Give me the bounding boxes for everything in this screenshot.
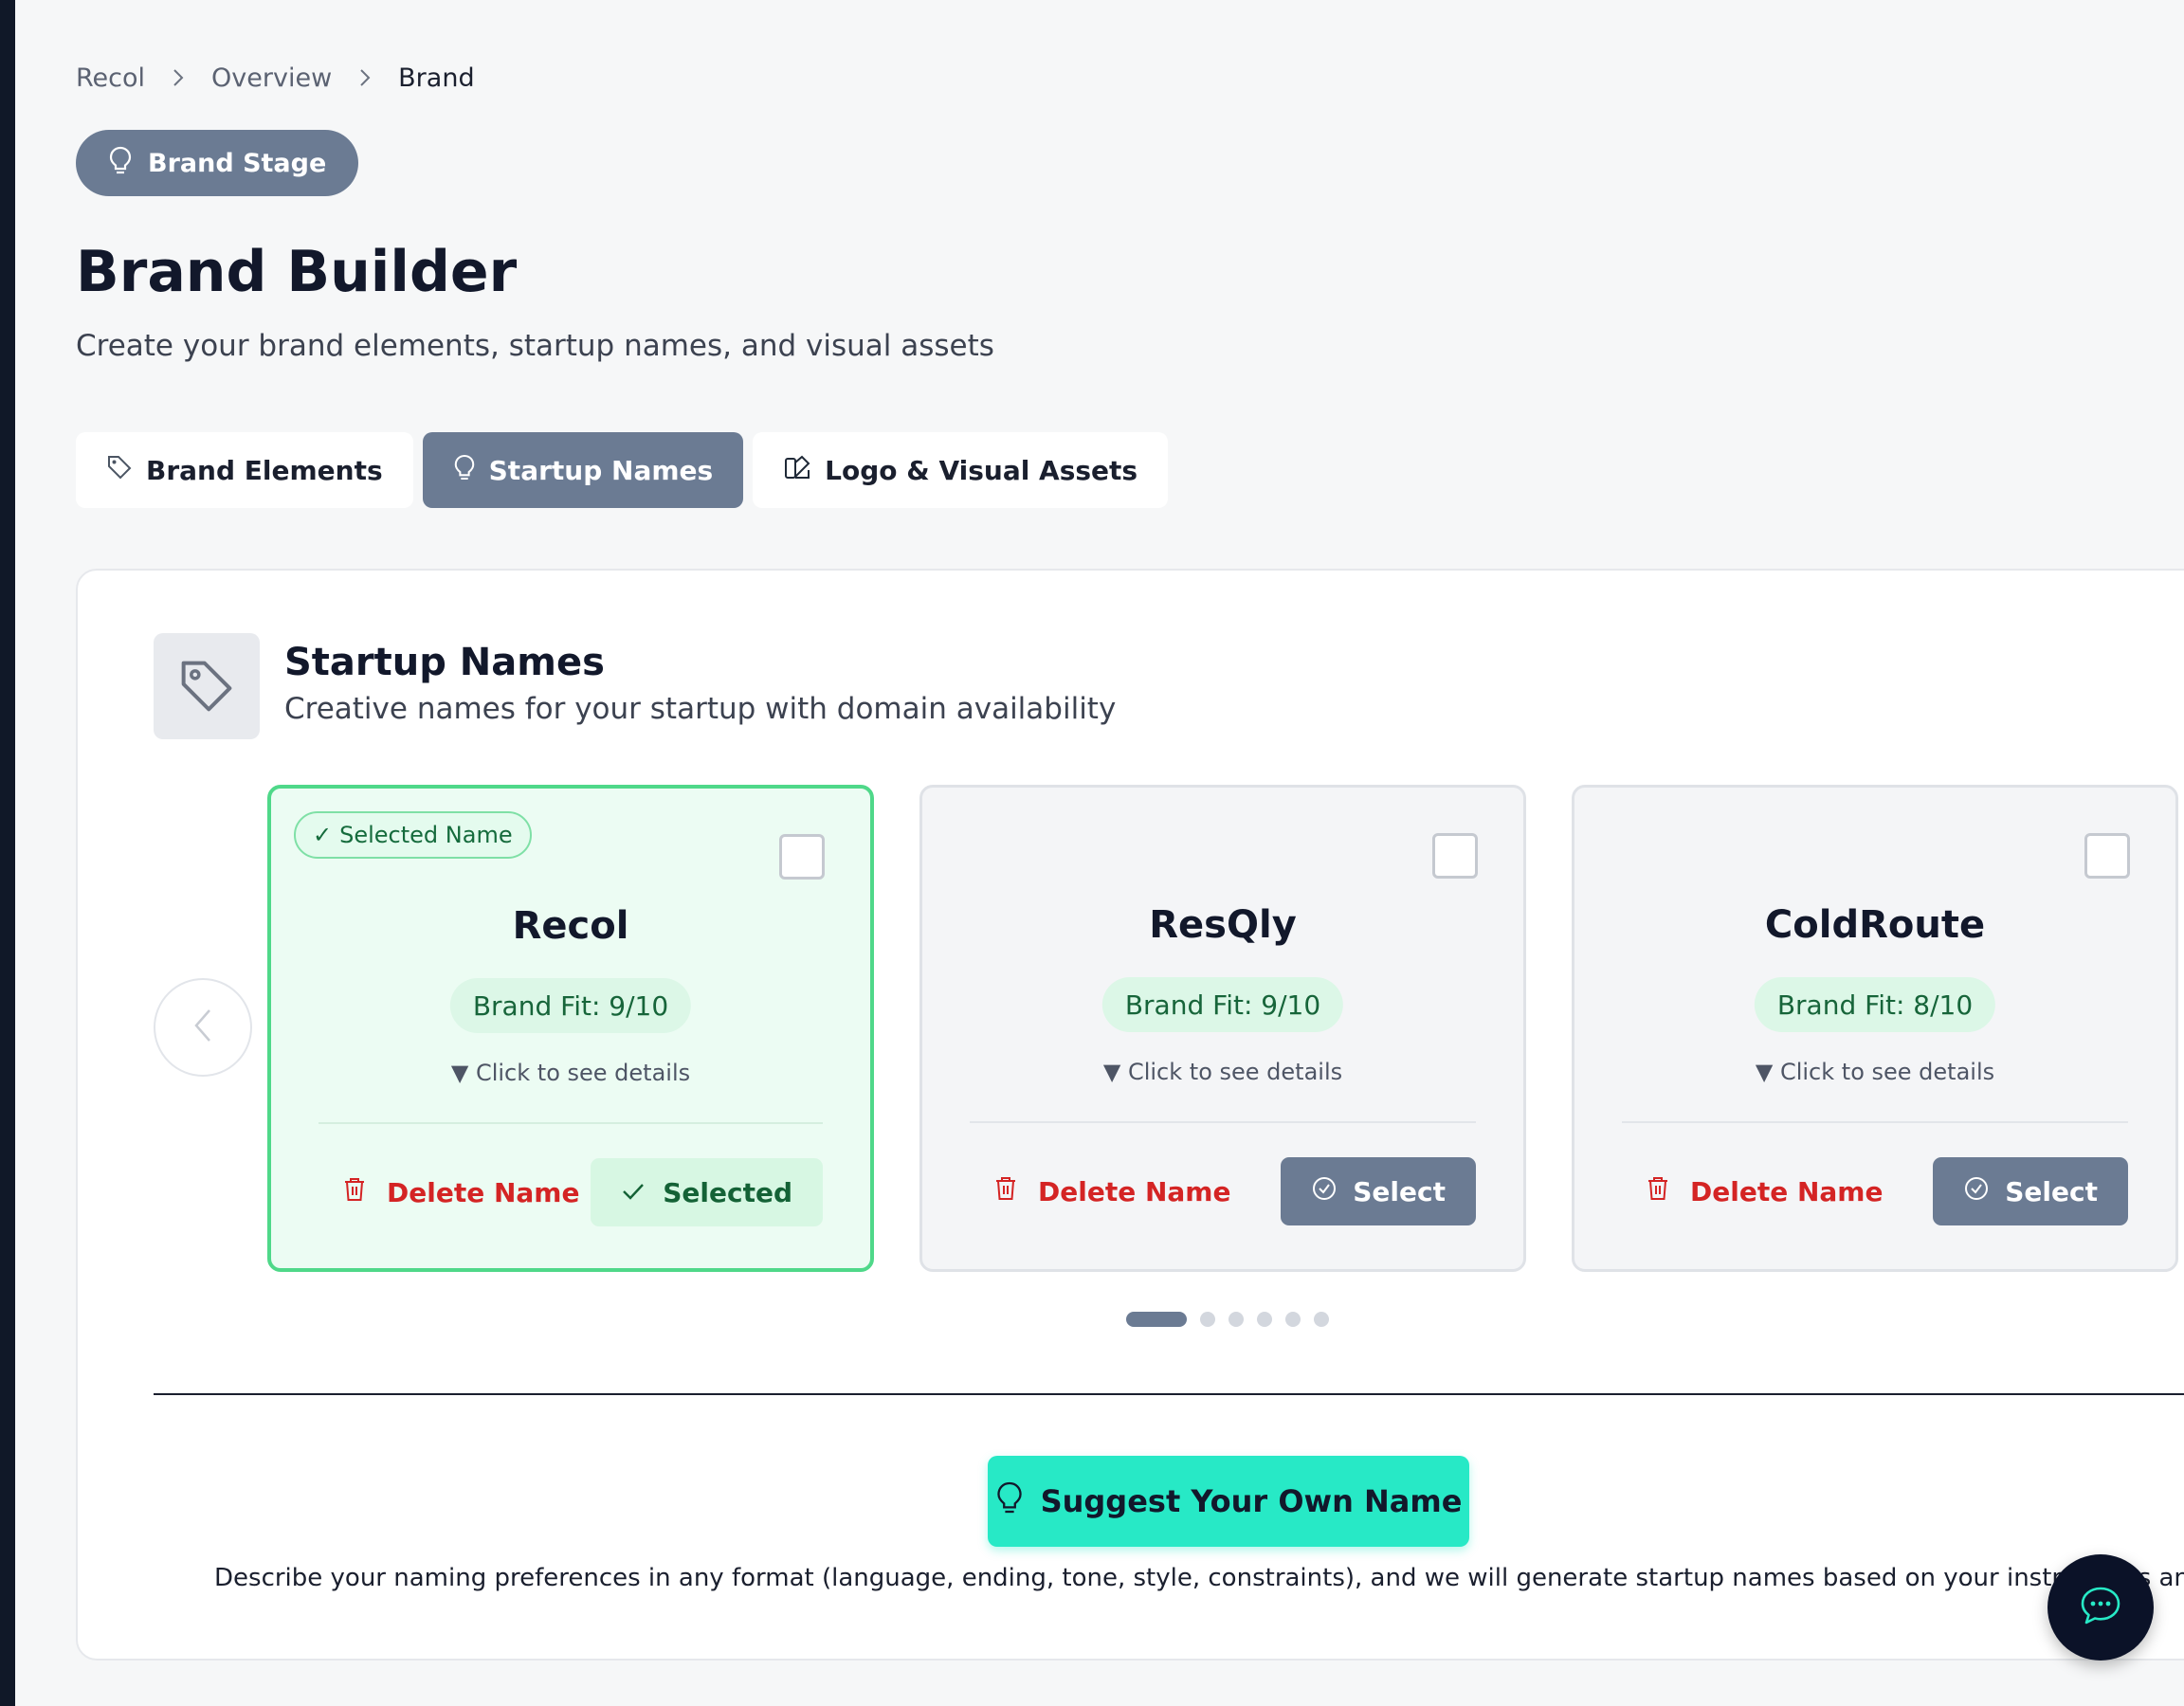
suggest-own-name-button[interactable]: Suggest Your Own Name (988, 1456, 1469, 1547)
select-button[interactable]: Select (1281, 1157, 1476, 1225)
name-checkbox[interactable] (1432, 833, 1478, 879)
trash-icon (1647, 1175, 1669, 1208)
name-checkbox[interactable] (2084, 833, 2130, 879)
page: Recol Overview Brand Brand Stage Brand B… (15, 0, 2184, 1706)
divider (1622, 1121, 2128, 1123)
delete-name-label: Delete Name (387, 1176, 580, 1208)
details-toggle[interactable]: ▼ Click to see details (271, 1060, 870, 1086)
check-icon (621, 1177, 646, 1208)
section-subtitle: Creative names for your startup with dom… (284, 692, 1117, 726)
brand-stage-label: Brand Stage (148, 148, 327, 178)
delete-name-button[interactable]: Delete Name (994, 1157, 1230, 1225)
brand-fit-badge: Brand Fit: 9/10 (1101, 977, 1344, 1032)
tab-label: Brand Elements (146, 454, 383, 486)
trash-icon (994, 1175, 1017, 1208)
brand-fit-badge: Brand Fit: 8/10 (1754, 977, 1996, 1032)
tag-icon (106, 454, 133, 487)
chevron-right-icon (358, 67, 372, 88)
name-title: ColdRoute (1764, 903, 1986, 947)
startup-names-card: Startup Names Creative names for your st… (76, 569, 2184, 1661)
chevron-left-icon (192, 1007, 213, 1047)
check-circle-icon (1963, 1175, 1990, 1208)
pagination-dot[interactable] (1228, 1312, 1244, 1327)
name-checkbox[interactable] (779, 834, 825, 880)
page-title: Brand Builder (76, 239, 518, 305)
selected-name-badge: ✓ Selected Name (294, 811, 532, 859)
pagination-dot[interactable] (1200, 1312, 1215, 1327)
breadcrumb-item-current: Brand (398, 63, 475, 93)
details-toggle[interactable]: ▼ Click to see details (1574, 1059, 2175, 1085)
delete-name-label: Delete Name (1690, 1175, 1884, 1207)
brand-stage-badge: Brand Stage (76, 130, 359, 196)
carousel-prev-button[interactable] (154, 978, 252, 1077)
brand-fit-badge: Brand Fit: 9/10 (449, 978, 692, 1033)
check-circle-icon (1311, 1175, 1338, 1208)
lightbulb-icon (453, 454, 476, 487)
breadcrumb-item-overview[interactable]: Overview (211, 64, 332, 93)
tab-brand-elements[interactable]: Brand Elements (76, 432, 413, 508)
pagination-dot[interactable] (1126, 1312, 1187, 1327)
tab-label: Logo & Visual Assets (825, 454, 1138, 486)
tab-bar: Brand Elements Startup Names Logo & Visu… (76, 432, 1169, 508)
divider (318, 1122, 823, 1124)
section-title: Startup Names (284, 641, 605, 684)
lightbulb-icon (995, 1480, 1024, 1522)
delete-name-button[interactable]: Delete Name (343, 1158, 579, 1226)
window-edge (0, 0, 15, 1706)
lightbulb-icon (108, 146, 133, 181)
pagination-dot[interactable] (1257, 1312, 1272, 1327)
breadcrumb: Recol Overview Brand (76, 61, 475, 95)
name-card[interactable]: ResQly Brand Fit: 9/10 ▼ Click to see de… (919, 785, 1526, 1272)
tab-logo-visual-assets[interactable]: Logo & Visual Assets (753, 432, 1169, 508)
page-subtitle: Create your brand elements, startup name… (76, 329, 994, 363)
breadcrumb-item-root[interactable]: Recol (76, 64, 145, 93)
name-card[interactable]: ColdRoute Brand Fit: 8/10 ▼ Click to see… (1572, 785, 2178, 1272)
chat-button[interactable] (2048, 1554, 2154, 1661)
selected-button[interactable]: Selected (591, 1158, 823, 1226)
section-divider (154, 1393, 2184, 1395)
delete-name-label: Delete Name (1038, 1175, 1231, 1207)
palette-icon (783, 453, 811, 488)
selected-button-label: Selected (663, 1176, 792, 1208)
carousel-pagination (1126, 1312, 1329, 1327)
tag-icon (154, 633, 260, 739)
suggest-description: Describe your naming preferences in any … (214, 1564, 2184, 1592)
name-card[interactable]: ✓ Selected Name Recol Brand Fit: 9/10 ▼ … (267, 785, 874, 1272)
select-button-label: Select (1353, 1175, 1446, 1207)
name-title: Recol (512, 904, 629, 948)
check-icon: ✓ (313, 822, 333, 848)
select-button-label: Select (2005, 1175, 2098, 1207)
tab-startup-names[interactable]: Startup Names (422, 432, 744, 508)
chevron-right-icon (172, 67, 185, 88)
details-toggle[interactable]: ▼ Click to see details (922, 1059, 1523, 1085)
pagination-dot[interactable] (1285, 1312, 1301, 1327)
delete-name-button[interactable]: Delete Name (1647, 1157, 1883, 1225)
name-title: ResQly (1149, 903, 1297, 947)
selected-name-badge-label: Selected Name (339, 822, 513, 848)
select-button[interactable]: Select (1933, 1157, 2128, 1225)
trash-icon (343, 1176, 366, 1209)
chat-bubble-icon (2079, 1585, 2122, 1630)
tab-label: Startup Names (488, 454, 714, 486)
pagination-dot[interactable] (1314, 1312, 1329, 1327)
suggest-own-name-label: Suggest Your Own Name (1040, 1483, 1463, 1519)
divider (970, 1121, 1476, 1123)
